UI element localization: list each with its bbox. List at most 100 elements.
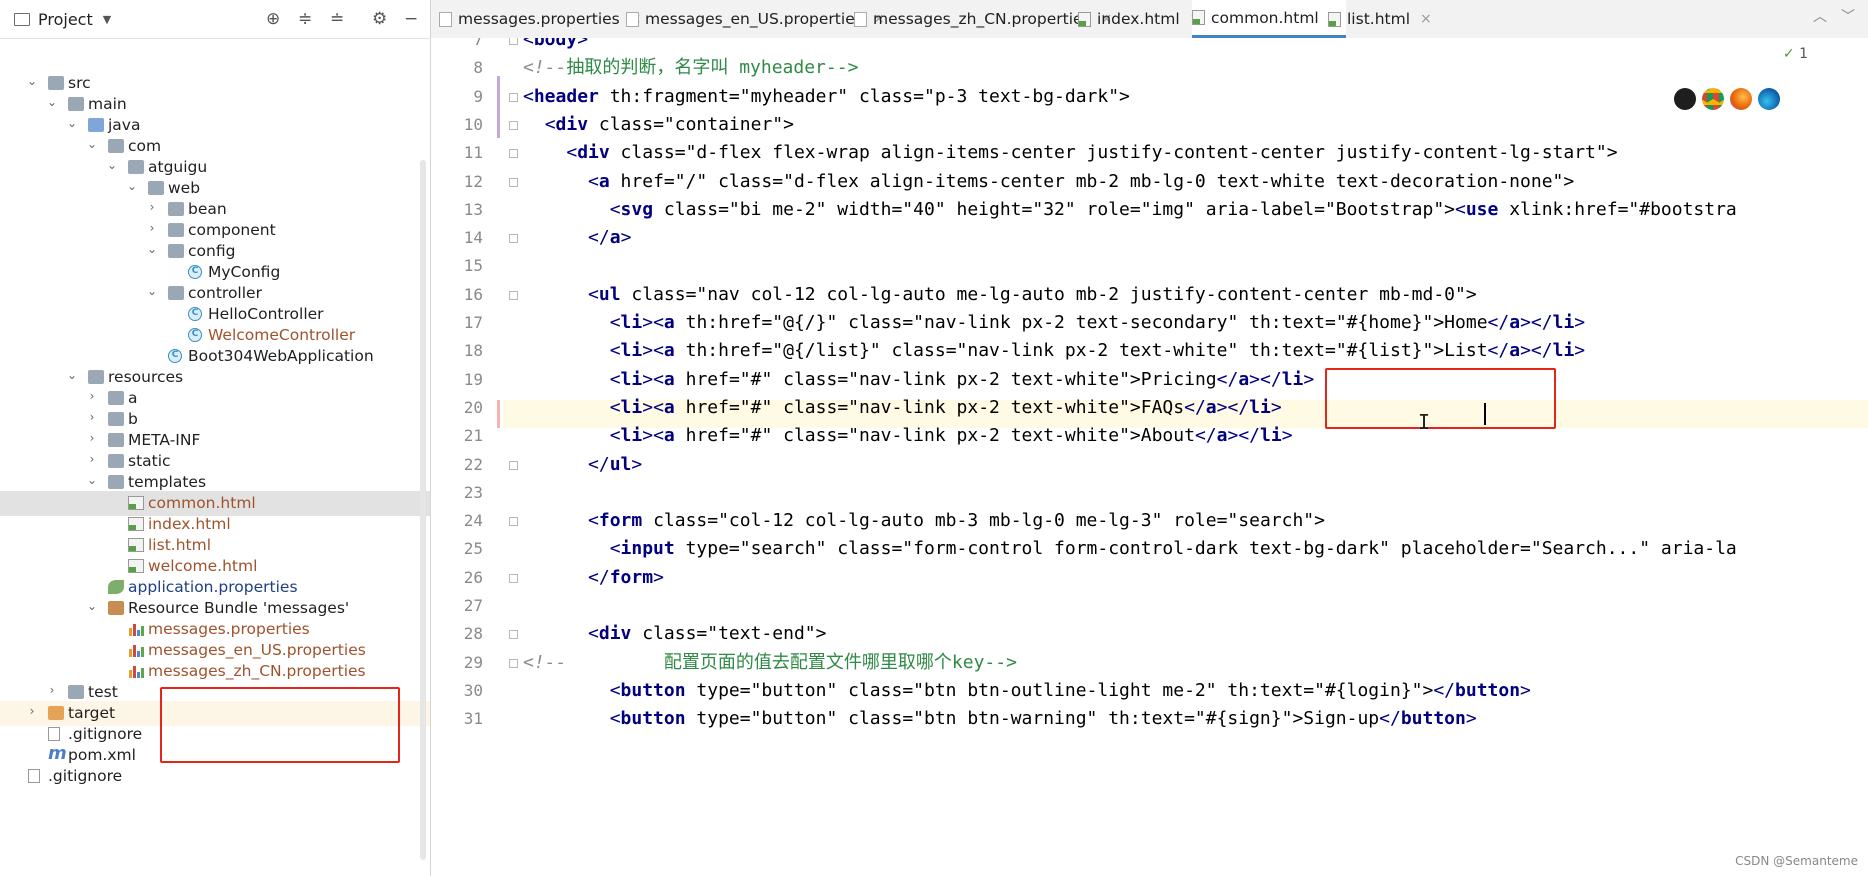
expand-chevron-icon[interactable]: ⌄ xyxy=(146,242,158,256)
tree-scrollbar[interactable] xyxy=(420,160,426,860)
code-line[interactable]: </form> xyxy=(523,564,664,592)
spring-properties-icon xyxy=(108,580,124,594)
code-line[interactable]: </a> xyxy=(523,224,631,252)
folder-icon xyxy=(148,181,164,195)
tree-item-label: list.html xyxy=(148,536,211,554)
collapse-chevron-icon[interactable]: › xyxy=(86,389,98,403)
expand-chevron-icon[interactable]: ⌄ xyxy=(146,284,158,298)
code-line[interactable]: <ul class="nav col-12 col-lg-auto me-lg-… xyxy=(523,281,1477,309)
collapse-chevron-icon[interactable]: › xyxy=(146,221,158,235)
fold-icon[interactable] xyxy=(509,177,518,187)
project-panel-title[interactable]: Project xyxy=(38,10,93,29)
fold-icon[interactable] xyxy=(509,630,518,640)
tree-item-label: .gitignore xyxy=(68,725,143,743)
tree-item-label: com xyxy=(128,137,162,155)
expand-chevron-icon[interactable]: ⌄ xyxy=(106,158,118,172)
code-line[interactable]: <!-- 配置页面的值去配置文件哪里取哪个key--> xyxy=(523,649,1017,677)
tree-item-label: welcome.html xyxy=(148,557,258,575)
project-view-icon xyxy=(14,12,30,26)
code-editor[interactable]: 7 8 9 10 11 12 13 14 15 16 17 18 19 20 21 22 23 24 25 26 27 2… xyxy=(431,38,1868,876)
expand-chevron-icon[interactable]: ⌄ xyxy=(66,116,78,130)
chevron-down-icon[interactable]: ﹀ xyxy=(1841,6,1855,26)
fold-icon[interactable] xyxy=(509,573,518,583)
gear-icon[interactable]: ⚙ xyxy=(372,9,387,29)
properties-file-icon xyxy=(626,11,639,27)
resource-bundle-icon xyxy=(108,601,124,615)
collapse-chevron-icon[interactable]: › xyxy=(86,431,98,445)
code-line[interactable]: <div class="container"> xyxy=(523,111,794,139)
code-line[interactable]: <div class="text-end"> xyxy=(523,620,826,648)
code-line[interactable]: <input type="search" class="form-control… xyxy=(523,535,1737,563)
expand-chevron-icon[interactable]: ⌄ xyxy=(66,368,78,382)
code-line[interactable]: <header th:fragment="myheader" class="p-… xyxy=(523,83,1130,111)
fold-icon[interactable] xyxy=(509,517,518,527)
code-line[interactable]: <li><a href="#" class="nav-link px-2 tex… xyxy=(523,394,1282,422)
edge-icon[interactable] xyxy=(1758,88,1780,110)
expand-all-icon[interactable]: ≑ xyxy=(298,9,312,29)
tree-item-label: messages_zh_CN.properties xyxy=(148,662,366,680)
fold-icon[interactable] xyxy=(509,149,518,159)
expand-chevron-icon[interactable]: ⌄ xyxy=(86,473,98,487)
tree-item-label: main xyxy=(88,95,127,113)
expand-chevron-icon[interactable]: ⌄ xyxy=(26,74,38,88)
locate-icon[interactable]: ⊕ xyxy=(266,9,280,29)
tree-item[interactable]: .gitignore xyxy=(0,764,430,789)
editor-tab[interactable]: common.html× xyxy=(1192,0,1347,38)
expand-chevron-icon[interactable]: ⌄ xyxy=(86,599,98,613)
collapse-chevron-icon[interactable]: › xyxy=(86,410,98,424)
tree-item-label: bean xyxy=(188,200,227,218)
folder-icon xyxy=(168,202,184,216)
editor-tab[interactable]: messages_en_US.properties × xyxy=(626,0,891,38)
code-line[interactable]: <a href="/" class="d-flex align-items-ce… xyxy=(523,168,1574,196)
inspection-status[interactable]: ✓ 1 xyxy=(1783,46,1808,62)
expand-chevron-icon[interactable]: ⌄ xyxy=(126,179,138,193)
code-line[interactable]: <form class="col-12 col-lg-auto mb-3 mb-… xyxy=(523,507,1325,535)
fold-icon[interactable] xyxy=(509,38,518,45)
line-number: 31 xyxy=(463,709,483,729)
fold-icon[interactable] xyxy=(509,120,518,130)
line-number: 19 xyxy=(463,369,483,389)
collapse-chevron-icon[interactable]: › xyxy=(146,200,158,214)
code-line[interactable]: </ul> xyxy=(523,451,642,479)
intellij-browser-icon[interactable] xyxy=(1674,88,1696,110)
collapse-all-icon[interactable]: ≐ xyxy=(330,9,344,29)
editor-tab[interactable]: list.html × xyxy=(1328,0,1438,38)
chevron-down-icon[interactable]: ▼ xyxy=(103,13,111,26)
fold-icon[interactable] xyxy=(509,234,518,244)
minimize-icon[interactable]: − xyxy=(404,9,418,29)
chrome-icon[interactable] xyxy=(1702,88,1724,110)
line-number: 22 xyxy=(463,454,483,474)
code-line[interactable]: <li><a href="#" class="nav-link px-2 tex… xyxy=(523,422,1293,450)
chevron-up-icon[interactable]: ︿ xyxy=(1813,6,1827,26)
editor-tab[interactable]: index.html× xyxy=(1078,0,1207,38)
expand-chevron-icon[interactable]: ⌄ xyxy=(86,137,98,151)
code-line[interactable]: <body> xyxy=(523,38,588,54)
fold-icon[interactable] xyxy=(509,290,518,300)
html-file-icon xyxy=(128,559,144,573)
code-line[interactable]: <li><a th:href="@{/}" class="nav-link px… xyxy=(523,309,1585,337)
code-line[interactable]: <li><a href="#" class="nav-link px-2 tex… xyxy=(523,366,1315,394)
code-line[interactable]: <button type="button" class="btn btn-out… xyxy=(523,677,1531,705)
code-line[interactable]: <svg class="bi me-2" width="40" height="… xyxy=(523,196,1737,224)
editor-tab-label: common.html xyxy=(1211,8,1319,27)
code-line[interactable]: <li><a th:href="@{/list}" class="nav-lin… xyxy=(523,337,1585,365)
collapse-chevron-icon[interactable]: › xyxy=(26,704,38,718)
line-number: 10 xyxy=(463,114,483,134)
editor-tab[interactable]: messages.properties× xyxy=(439,0,648,38)
collapse-chevron-icon[interactable]: › xyxy=(46,683,58,697)
fold-icon[interactable] xyxy=(509,460,518,470)
fold-icon[interactable] xyxy=(509,658,518,668)
firefox-icon[interactable] xyxy=(1730,88,1752,110)
fold-icon[interactable] xyxy=(509,92,518,102)
line-number: 25 xyxy=(463,539,483,559)
line-number: 12 xyxy=(463,171,483,191)
collapse-chevron-icon[interactable]: › xyxy=(86,452,98,466)
editor-tab-label: messages_en_US.properties xyxy=(645,10,863,28)
code-line[interactable]: <div class="d-flex flex-wrap align-items… xyxy=(523,139,1617,167)
code-line[interactable]: <!--抽取的判断，名字叫 myheader--> xyxy=(523,54,858,82)
code-line[interactable]: <button type="button" class="btn btn-war… xyxy=(523,705,1477,733)
expand-chevron-icon[interactable]: ⌄ xyxy=(46,95,58,109)
checkmark-icon: ✓ xyxy=(1782,46,1795,62)
close-icon[interactable]: × xyxy=(1420,11,1432,27)
tree-item-label: messages_en_US.properties xyxy=(148,641,366,659)
